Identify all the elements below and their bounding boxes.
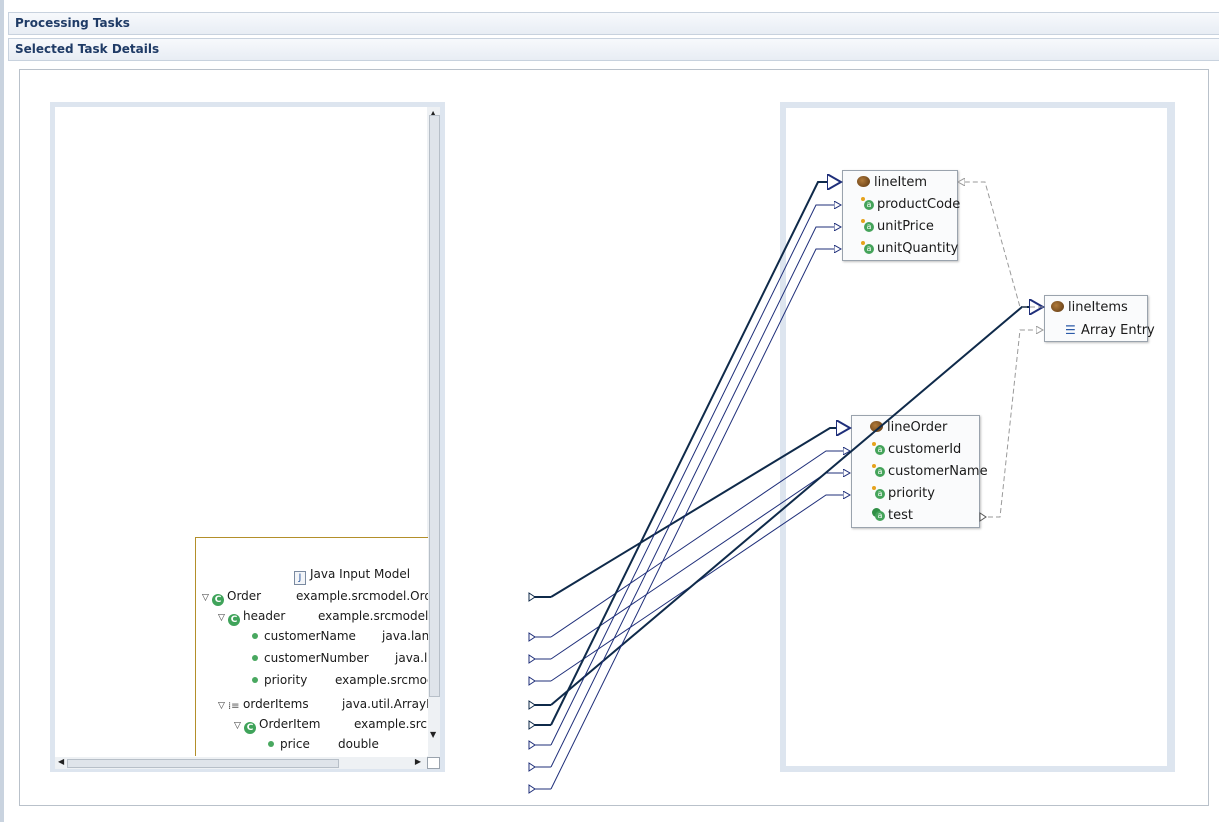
mapping-to-unit-quantity[interactable] — [550, 249, 841, 790]
port-arrow-icon — [528, 720, 536, 730]
dependency-test-to-array-entry — [980, 330, 1043, 518]
port-arrow-icon — [528, 700, 536, 710]
port-arrow-icon — [528, 632, 536, 642]
port-arrow-icon — [528, 740, 536, 750]
mapping-order-items-to-line-items[interactable] — [550, 307, 1043, 706]
mapping-order-to-line-order[interactable] — [550, 428, 850, 598]
port-arrow-icon — [528, 654, 536, 664]
mapping-lines — [550, 182, 1043, 790]
port-arrow-icon — [979, 512, 987, 522]
mapping-order-item-to-line-item[interactable] — [550, 182, 841, 726]
mapping-customer-number-to-customer-name[interactable] — [550, 473, 850, 660]
port-arrow-icon — [528, 592, 536, 602]
port-arrow-icon — [528, 676, 536, 686]
mapping-customer-name-to-customer-id[interactable] — [550, 451, 850, 638]
mapping-wires — [528, 0, 1219, 794]
source-ports — [528, 592, 551, 794]
port-arrow-icon — [528, 762, 536, 772]
port-arrow-icon — [528, 784, 536, 794]
dependency-line-items-to-line-item — [958, 182, 1043, 308]
